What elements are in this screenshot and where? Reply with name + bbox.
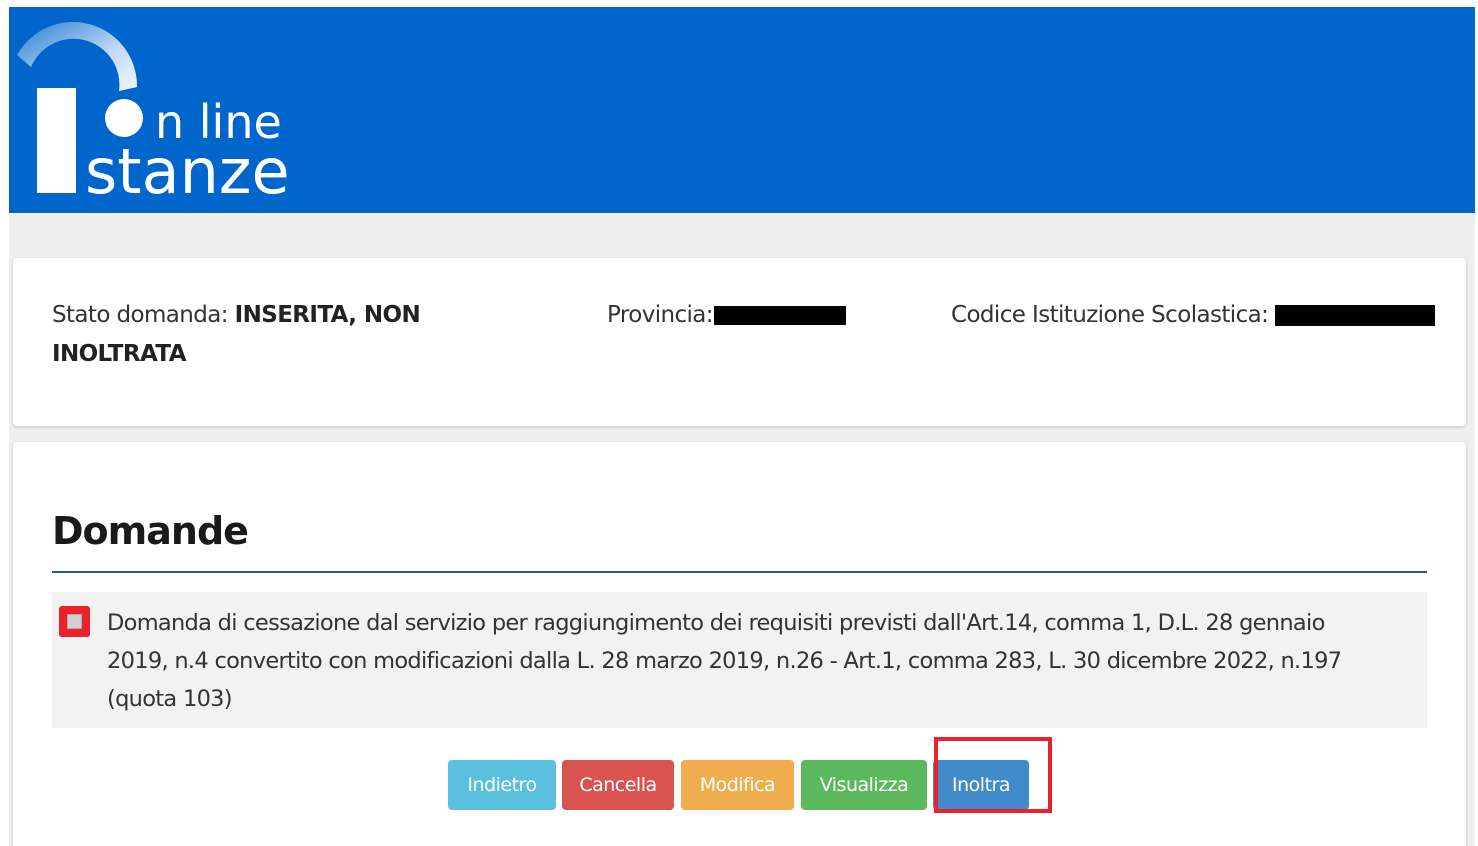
istanze-online-logo[interactable]: n line stanze <box>9 7 309 213</box>
indietro-button[interactable]: Indietro <box>448 760 556 810</box>
provincia-label: Provincia: <box>607 302 714 328</box>
codice-label: Codice Istituzione Scolastica: <box>951 302 1269 328</box>
section-divider <box>52 571 1427 573</box>
domanda-text-line2: 2019, n.4 convertito con modificazioni d… <box>107 648 1342 674</box>
visualizza-button[interactable]: Visualizza <box>801 760 927 810</box>
page: n line stanze Stato domanda: INSERITA, N… <box>0 0 1478 846</box>
modifica-button[interactable]: Modifica <box>681 760 794 810</box>
header-banner: n line stanze <box>9 7 1475 213</box>
inoltra-button[interactable]: Inoltra <box>933 760 1029 810</box>
list-item: Domanda di cessazione dal servizio per r… <box>52 592 1427 728</box>
provincia: Provincia: <box>607 296 846 335</box>
domanda-text-line3: (quota 103) <box>107 686 233 712</box>
stato-label: Stato domanda: <box>52 302 229 328</box>
checkbox-highlight <box>59 606 90 637</box>
section-title-domande: Domande <box>52 509 249 553</box>
stato-value-line1: INSERITA, NON <box>234 302 421 328</box>
stato-value-line2: INOLTRATA <box>52 341 187 367</box>
domanda-description: Domanda di cessazione dal servizio per r… <box>107 604 1417 718</box>
cancella-button[interactable]: Cancella <box>562 760 674 810</box>
codice-istituzione: Codice Istituzione Scolastica: <box>951 296 1435 335</box>
domanda-text-line1: Domanda di cessazione dal servizio per r… <box>107 610 1325 636</box>
domanda-info-card: Stato domanda: INSERITA, NON INOLTRATA P… <box>13 258 1466 426</box>
stato-domanda: Stato domanda: INSERITA, NON INOLTRATA <box>52 296 472 374</box>
domande-card: Domande Domanda di cessazione dal serviz… <box>13 442 1466 846</box>
codice-redacted <box>1274 305 1435 326</box>
logo-text-istanze: stanze <box>85 135 290 208</box>
provincia-redacted <box>713 306 846 325</box>
domanda-checkbox[interactable] <box>67 614 82 629</box>
